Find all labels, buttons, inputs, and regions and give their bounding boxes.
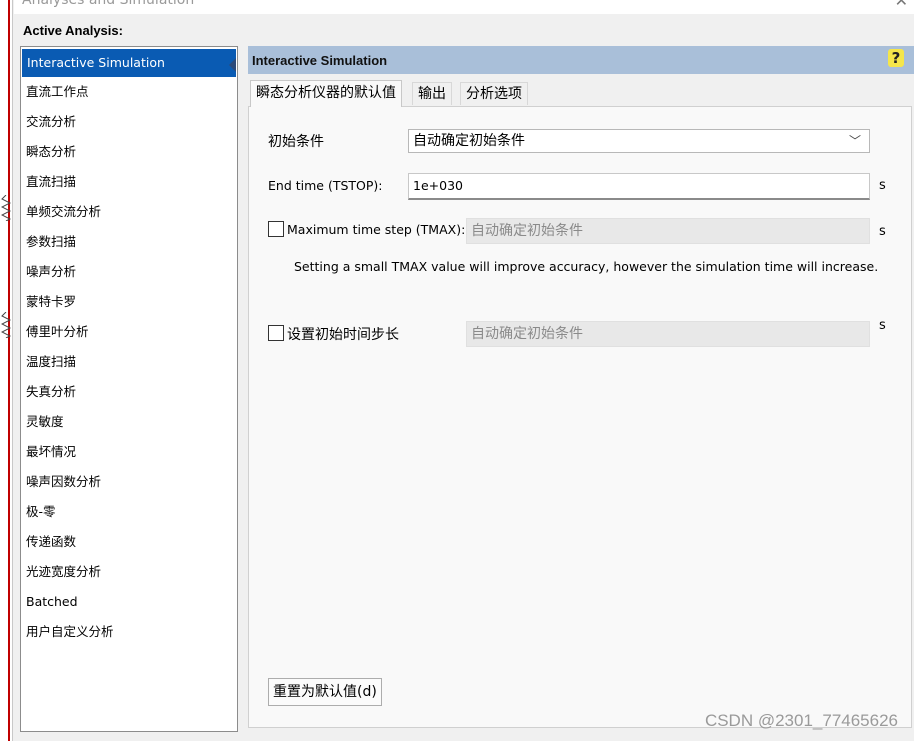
end-time-input[interactable]: 1e+030 [408, 173, 870, 200]
analysis-item-worst-case[interactable]: 最坏情况 [21, 437, 237, 467]
end-time-label: End time (TSTOP): [268, 178, 383, 193]
tmax-checkbox[interactable] [268, 221, 284, 237]
analysis-item-interactive-simulation[interactable]: Interactive Simulation [22, 49, 236, 77]
analysis-list: Interactive Simulation 直流工作点 交流分析 瞬态分析 直… [20, 46, 238, 732]
initial-step-unit: s [879, 318, 886, 333]
analysis-item-dc-sweep[interactable]: 直流扫描 [21, 167, 237, 197]
analysis-item-noise-figure[interactable]: 噪声因数分析 [21, 467, 237, 497]
watermark: CSDN @2301_77465626 [704, 711, 898, 730]
initial-conditions-value: 自动确定初始条件 [413, 133, 525, 149]
tab-output[interactable]: 输出 [412, 82, 452, 105]
analysis-item-dc-operating-point[interactable]: 直流工作点 [21, 77, 237, 107]
initial-conditions-label: 初始条件 [268, 134, 324, 150]
panel-header: Interactive Simulation ? [248, 46, 914, 74]
tmax-unit: s [879, 224, 886, 239]
tmax-hint: Setting a small TMAX value will improve … [294, 259, 879, 274]
initial-step-label: 设置初始时间步长 [287, 327, 399, 343]
analysis-item-noise[interactable]: 噪声分析 [21, 257, 237, 287]
initial-conditions-select[interactable]: 自动确定初始条件 ﹀ [408, 129, 870, 153]
resistor-icon [1, 195, 11, 221]
active-analysis-label: Active Analysis: [23, 23, 123, 38]
analysis-item-temperature-sweep[interactable]: 温度扫描 [21, 347, 237, 377]
analysis-item-transfer-function[interactable]: 传递函数 [21, 527, 237, 557]
tab-analysis-options[interactable]: 分析选项 [460, 82, 528, 105]
analysis-item-user-defined[interactable]: 用户自定义分析 [21, 617, 237, 647]
title-bar: Analyses and Simulation ✕ [14, 0, 914, 14]
analysis-item-fourier[interactable]: 傅里叶分析 [21, 317, 237, 347]
chevron-down-icon: ﹀ [848, 134, 861, 148]
analysis-item-batched[interactable]: Batched [21, 587, 237, 617]
analysis-item-transient[interactable]: 瞬态分析 [21, 137, 237, 167]
tmax-label: Maximum time step (TMAX): [287, 222, 466, 237]
reset-defaults-button[interactable]: 重置为默认值(d) [268, 678, 382, 706]
analysis-item-monte-carlo[interactable]: 蒙特卡罗 [21, 287, 237, 317]
window-title: Analyses and Simulation [22, 0, 195, 8]
selection-pointer-icon [229, 58, 236, 72]
initial-step-checkbox[interactable] [268, 325, 284, 341]
analysis-item-parameter-sweep[interactable]: 参数扫描 [21, 227, 237, 257]
close-icon[interactable]: ✕ [895, 0, 908, 10]
schematic-edge [0, 0, 13, 741]
analysis-item-pole-zero[interactable]: 极-零 [21, 497, 237, 527]
tmax-input[interactable]: 自动确定初始条件 [466, 218, 870, 244]
panel-title: Interactive Simulation [252, 53, 388, 68]
analysis-item-sensitivity[interactable]: 灵敏度 [21, 407, 237, 437]
resistor-icon [1, 312, 11, 338]
initial-step-input[interactable]: 自动确定初始条件 [466, 321, 870, 347]
tab-bar: 瞬态分析仪器的默认值 输出 分析选项 [248, 80, 914, 107]
analysis-item-distortion[interactable]: 失真分析 [21, 377, 237, 407]
analysis-item-trace-width[interactable]: 光迹宽度分析 [21, 557, 237, 587]
analysis-item-ac[interactable]: 交流分析 [21, 107, 237, 137]
end-time-unit: s [879, 178, 886, 193]
help-icon[interactable]: ? [888, 49, 904, 67]
tab-transient-defaults[interactable]: 瞬态分析仪器的默认值 [250, 80, 402, 107]
analysis-item-single-frequency-ac[interactable]: 单频交流分析 [21, 197, 237, 227]
